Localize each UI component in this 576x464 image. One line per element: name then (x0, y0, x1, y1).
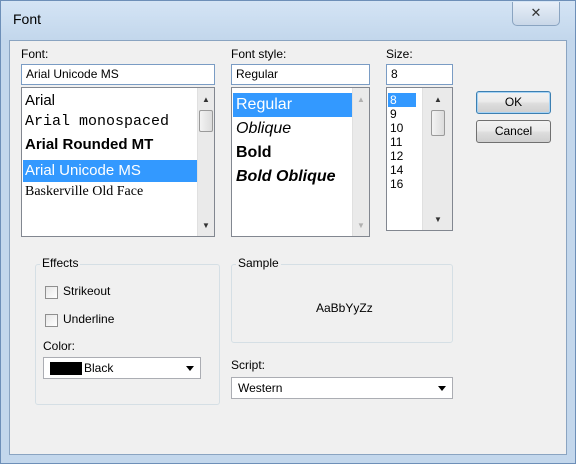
font-list-item-label: Arial (25, 92, 56, 109)
size-list-item-16[interactable]: 16 (388, 177, 418, 191)
effects-group-label: Effects (40, 256, 81, 270)
color-value: Black (84, 361, 114, 375)
script-value: Western (238, 381, 283, 395)
close-icon: ✕ (530, 6, 542, 21)
size-list-item-label: 10 (390, 121, 404, 135)
font-list-item-label: Arial monospaced (25, 113, 170, 130)
font-list-item-arial-monospaced[interactable]: Arial monospaced (23, 113, 199, 133)
size-list-item-14[interactable]: 14 (388, 163, 418, 177)
size-list-scroll-thumb[interactable] (431, 110, 445, 136)
size-list-item-label: 9 (390, 107, 397, 121)
style-list-item-label: Bold Oblique (236, 168, 336, 185)
window-title: Font (13, 11, 42, 27)
color-dropdown[interactable]: Black (43, 357, 201, 379)
font-label: Font: (21, 47, 49, 61)
size-list-item-12[interactable]: 12 (388, 149, 418, 163)
style-list-item-label: Oblique (236, 120, 292, 137)
font-list-item-label: Arial Rounded MT (25, 136, 154, 153)
size-list-item-10[interactable]: 10 (388, 121, 418, 135)
font-style-list[interactable]: Regular Oblique Bold Bold Oblique ▲ ▼ (231, 87, 370, 237)
font-list-item-baskerville-old-face[interactable]: Baskerville Old Face (23, 184, 199, 204)
style-list-item-oblique[interactable]: Oblique (233, 120, 355, 142)
font-list-item-arial[interactable]: Arial (23, 92, 199, 112)
strikeout-label[interactable]: Strikeout (63, 284, 110, 298)
underline-label[interactable]: Underline (63, 312, 114, 326)
chevron-down-icon (438, 386, 446, 391)
font-style-input[interactable]: Regular (231, 64, 370, 85)
dialog-client-area: Font: Arial Unicode MS Arial Arial monos… (9, 40, 567, 455)
scroll-up-icon[interactable]: ▲ (430, 91, 446, 107)
underline-checkbox[interactable] (45, 314, 58, 327)
style-list-item-regular[interactable]: Regular (233, 93, 355, 117)
color-swatch (50, 362, 82, 375)
chevron-down-icon (186, 366, 194, 371)
font-list-scrollbar[interactable]: ▲ ▼ (197, 88, 214, 236)
sample-text: AaBbYyZz (316, 301, 373, 315)
font-dialog-window: Font ✕ Font: Arial Unicode MS Arial Aria… (0, 0, 576, 464)
close-button[interactable]: ✕ (512, 2, 560, 26)
font-list-item-arial-rounded-mt[interactable]: Arial Rounded MT (23, 136, 199, 156)
title-bar[interactable]: Font ✕ (1, 1, 575, 39)
style-list-item-bold-oblique[interactable]: Bold Oblique (233, 168, 355, 190)
scroll-up-icon[interactable]: ▲ (353, 91, 369, 107)
size-list-item-label: 16 (390, 177, 404, 191)
size-list-item-label: 8 (390, 93, 397, 107)
size-list-item-label: 14 (390, 163, 404, 177)
style-list-item-bold[interactable]: Bold (233, 144, 355, 166)
cancel-button[interactable]: Cancel (476, 120, 551, 143)
scroll-down-icon[interactable]: ▼ (430, 211, 446, 227)
size-list[interactable]: 8 9 10 11 12 14 16 ▲ ▼ (386, 87, 453, 231)
style-list-item-label: Bold (236, 144, 272, 161)
font-name-input[interactable]: Arial Unicode MS (21, 64, 215, 85)
style-list-scrollbar[interactable]: ▲ ▼ (352, 88, 369, 236)
strikeout-checkbox[interactable] (45, 286, 58, 299)
scroll-down-icon[interactable]: ▼ (353, 217, 369, 233)
size-list-item-9[interactable]: 9 (388, 107, 418, 121)
color-label: Color: (43, 339, 76, 353)
style-list-item-label: Regular (236, 96, 293, 113)
font-list-scroll-thumb[interactable] (199, 110, 213, 132)
font-list-item-label: Baskerville Old Face (25, 184, 144, 199)
size-input[interactable]: 8 (386, 64, 453, 85)
scroll-up-icon[interactable]: ▲ (198, 91, 214, 107)
font-style-label: Font style: (231, 47, 287, 61)
font-list-item-label: Arial Unicode MS (25, 162, 141, 179)
size-list-item-label: 12 (390, 149, 404, 163)
font-list[interactable]: Arial Arial monospaced Arial Rounded MT … (21, 87, 215, 237)
font-list-item-arial-unicode-ms[interactable]: Arial Unicode MS (23, 160, 199, 182)
size-list-item-label: 11 (390, 135, 403, 149)
script-label: Script: (231, 358, 266, 372)
size-list-scrollbar[interactable]: ▲ ▼ (422, 88, 452, 230)
size-list-item-8[interactable]: 8 (388, 93, 416, 107)
size-list-item-11[interactable]: 11 (388, 135, 418, 149)
sample-group-label: Sample (236, 256, 281, 270)
size-label: Size: (386, 47, 413, 61)
ok-button[interactable]: OK (476, 91, 551, 114)
scroll-down-icon[interactable]: ▼ (198, 217, 214, 233)
script-dropdown[interactable]: Western (231, 377, 453, 399)
